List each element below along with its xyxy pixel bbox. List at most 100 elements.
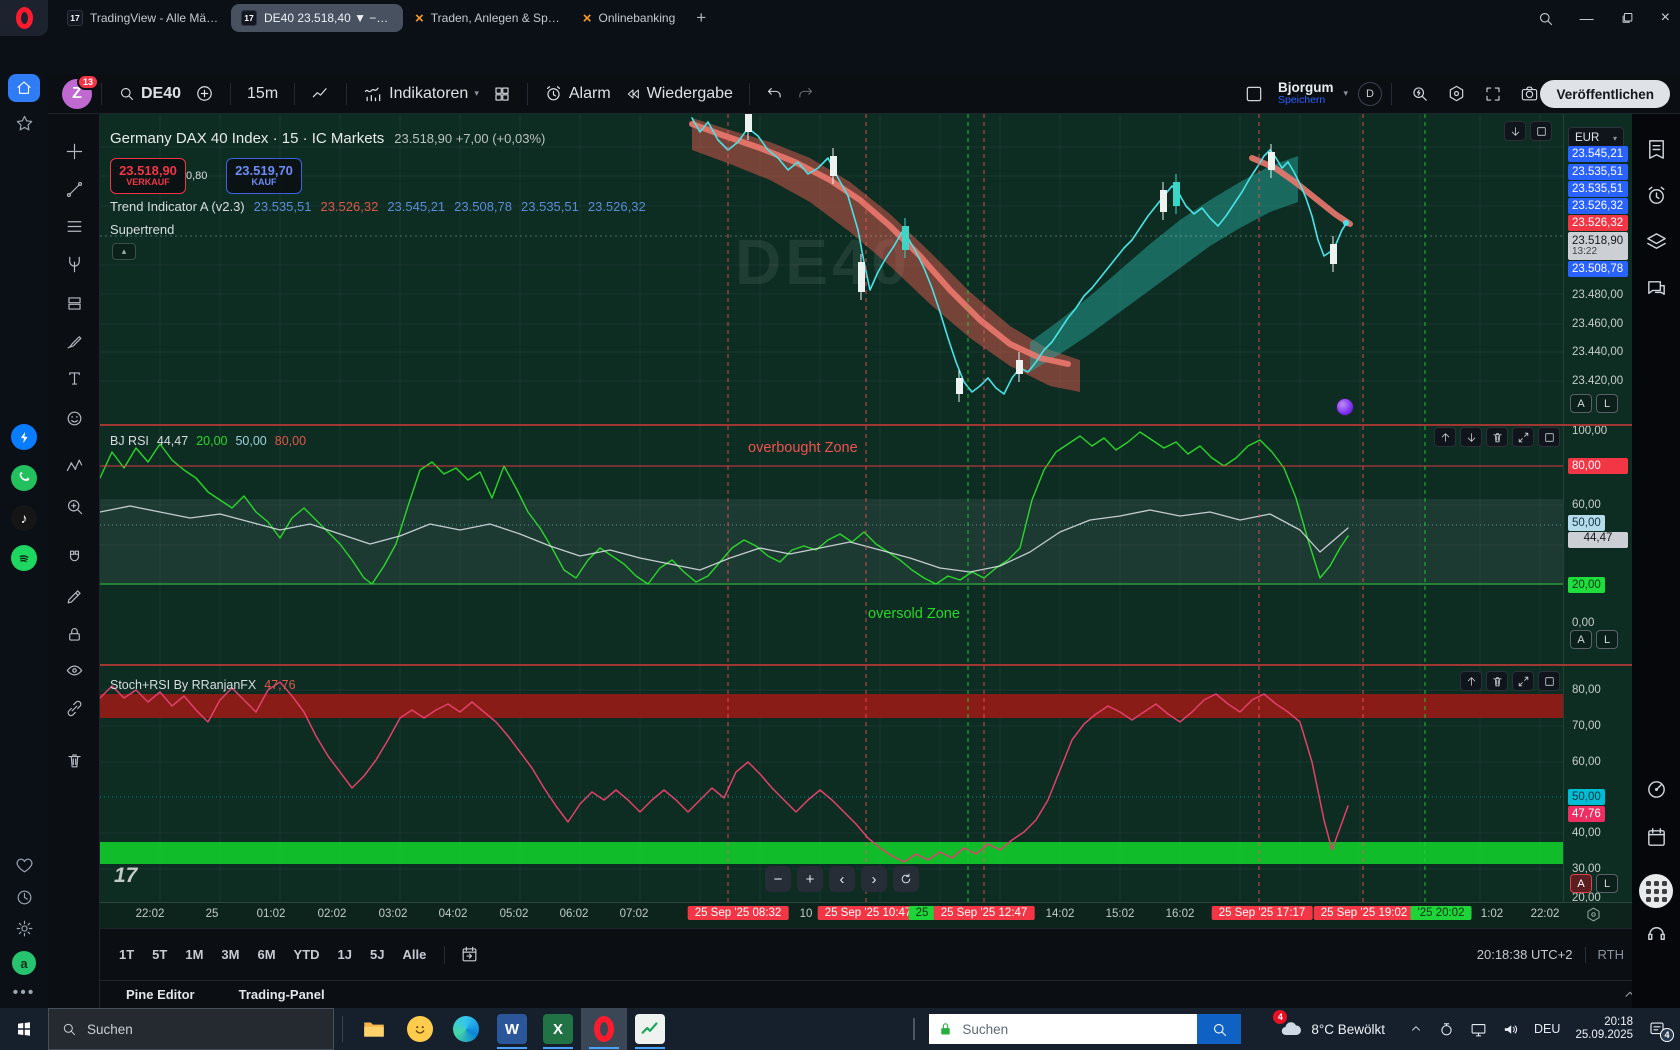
rail-help-headset-icon[interactable]	[1632, 922, 1680, 945]
tool-brush[interactable]	[61, 328, 87, 354]
chart-legend[interactable]: Germany DAX 40 Index · 15 · IC Markets 2…	[110, 130, 545, 147]
browser-tab-3[interactable]: ×Onlinebanking	[573, 4, 686, 32]
tool-draw-edit[interactable]	[61, 583, 87, 609]
settings-gear-icon[interactable]	[1447, 84, 1466, 103]
win-search-field[interactable]: Suchen	[929, 1014, 1197, 1044]
restore-button[interactable]	[1620, 11, 1635, 26]
stoch-panel-trash-button[interactable]	[1486, 671, 1508, 691]
tool-crosshair[interactable]	[61, 138, 87, 164]
chart-type-button[interactable]	[304, 80, 337, 107]
timezone-settings-icon[interactable]	[1585, 906, 1602, 923]
emoji-app-button[interactable]	[397, 1008, 443, 1050]
pan-right-button[interactable]: ›	[861, 866, 887, 892]
reset-view-button[interactable]	[893, 866, 919, 892]
indicator-legend-supertrend[interactable]: Supertrend	[110, 222, 174, 237]
main-panel-box-button[interactable]	[1530, 121, 1552, 141]
rsi-legend[interactable]: BJ RSI44,4720,0050,0080,00	[110, 434, 306, 448]
avatar[interactable]: Z 13	[62, 79, 92, 109]
replay-button[interactable]: Wiedergabe	[618, 81, 740, 107]
spotify-icon[interactable]	[0, 545, 48, 571]
weather-widget[interactable]: 4 8°C Bewölkt	[1279, 1017, 1385, 1041]
tool-hide-drawings[interactable]	[61, 657, 87, 683]
interval-button[interactable]: 15m	[240, 81, 285, 107]
auto-scale-button[interactable]: A	[1570, 394, 1592, 413]
tab-pine-editor[interactable]: Pine Editor	[126, 987, 195, 1002]
rail-chat-icon[interactable]	[1632, 278, 1680, 301]
stoch-legend[interactable]: Stoch+RSI By RRanjanFX47,76	[110, 678, 296, 692]
auto-scale-button[interactable]: A	[1570, 630, 1592, 649]
clock-label[interactable]: 20:18:38 UTC+2	[1477, 947, 1573, 962]
settings-gear-icon[interactable]	[0, 919, 48, 938]
start-button[interactable]	[0, 1008, 48, 1050]
tool-remove-drawings[interactable]	[61, 747, 87, 773]
messenger-icon[interactable]	[0, 424, 48, 450]
zoom-out-button[interactable]: −	[765, 866, 791, 892]
tab-trading-panel[interactable]: Trading-Panel	[239, 987, 325, 1002]
browser-tab-1[interactable]: 17DE40 23.518,40 ▼ −0.77%	[231, 4, 403, 32]
tiktok-icon[interactable]: ♪	[0, 505, 48, 531]
rsi-panel-arrdown-button[interactable]	[1460, 427, 1482, 447]
bookmarks-star-icon[interactable]	[0, 114, 48, 133]
aria-icon[interactable]: a	[0, 951, 48, 975]
tray-device-icon[interactable]	[1438, 1021, 1455, 1038]
symbol-search-button[interactable]: DE40	[111, 81, 188, 107]
stoch-panel-arrup-button[interactable]	[1460, 671, 1482, 691]
chart-app-button[interactable]	[627, 1008, 673, 1050]
range-1M[interactable]: 1M	[176, 942, 212, 967]
stoch-panel-resize-button[interactable]	[1512, 671, 1534, 691]
sell-button[interactable]: 23.518,90VERKAUF	[110, 158, 186, 194]
network-icon[interactable]	[1470, 1021, 1487, 1038]
panel-separator[interactable]	[100, 424, 1632, 426]
tool-fib-lines[interactable]	[61, 213, 87, 239]
layout-chevron-icon[interactable]: ▾	[1343, 88, 1348, 99]
range-YTD[interactable]: YTD	[285, 942, 329, 967]
browser-search-icon[interactable]	[1537, 10, 1554, 27]
compare-add-button[interactable]	[188, 80, 221, 107]
opera-taskbar-button[interactable]	[581, 1008, 627, 1050]
fullscreen-icon[interactable]	[1484, 85, 1502, 103]
tool-pattern-tool[interactable]	[61, 453, 87, 479]
publish-button[interactable]: Veröffentlichen	[1540, 80, 1670, 108]
rail-apps-grid-icon[interactable]	[1632, 874, 1680, 908]
zoom-in-button[interactable]: +	[797, 866, 823, 892]
rsi-panel-resize-button[interactable]	[1512, 427, 1534, 447]
pan-left-button[interactable]: ‹	[829, 866, 855, 892]
auto-scale-button[interactable]: A	[1570, 874, 1592, 893]
chart-canvas[interactable]	[100, 114, 1563, 902]
layout-box-icon[interactable]	[1244, 84, 1264, 104]
close-button[interactable]: ×	[1661, 9, 1670, 27]
whatsapp-icon[interactable]	[0, 465, 48, 491]
buy-button[interactable]: 23.519,70KAUF	[226, 158, 302, 194]
tool-text-tool[interactable]	[61, 365, 87, 391]
sidebar-more-icon[interactable]: •••	[0, 984, 48, 1002]
log-scale-button[interactable]: L	[1596, 394, 1618, 413]
tool-pitchfork[interactable]	[61, 251, 87, 277]
go-to-date-icon[interactable]	[460, 945, 479, 964]
redo-button[interactable]	[790, 81, 821, 106]
range-3M[interactable]: 3M	[212, 942, 248, 967]
undo-button[interactable]	[759, 81, 790, 106]
history-icon[interactable]	[0, 888, 48, 907]
edge-button[interactable]	[443, 1008, 489, 1050]
home-button[interactable]	[0, 74, 48, 102]
main-panel-arrdown-button[interactable]	[1504, 121, 1526, 141]
status-bubble-icon[interactable]	[1336, 398, 1354, 416]
rail-screener-icon[interactable]	[1632, 778, 1680, 801]
quick-search-icon[interactable]	[1410, 84, 1429, 103]
layout-letter-badge[interactable]: D	[1358, 82, 1382, 106]
new-tab-button[interactable]: +	[696, 8, 706, 28]
rsi-panel-arrup-button[interactable]	[1434, 427, 1456, 447]
layout-templates-button[interactable]	[486, 81, 518, 107]
win-search-button[interactable]	[1197, 1014, 1241, 1044]
likes-heart-icon[interactable]	[0, 856, 48, 875]
indicators-button[interactable]: Indikatoren ▾	[356, 80, 486, 108]
rail-object-tree-icon[interactable]	[1632, 231, 1680, 254]
indicator-legend-trend[interactable]: Trend Indicator A (v2.3)23.535,5123.526,…	[110, 199, 646, 214]
tool-magnet-tool[interactable]	[61, 544, 87, 570]
excel-button[interactable]: X	[535, 1008, 581, 1050]
tray-expand-icon[interactable]	[1409, 1022, 1423, 1036]
minimize-button[interactable]: —	[1580, 10, 1594, 26]
price-scale[interactable]: EUR▾23.545,2123.535,5123.535,5123.526,32…	[1563, 114, 1632, 902]
file-explorer-button[interactable]	[351, 1008, 397, 1050]
range-1T[interactable]: 1T	[110, 942, 143, 967]
